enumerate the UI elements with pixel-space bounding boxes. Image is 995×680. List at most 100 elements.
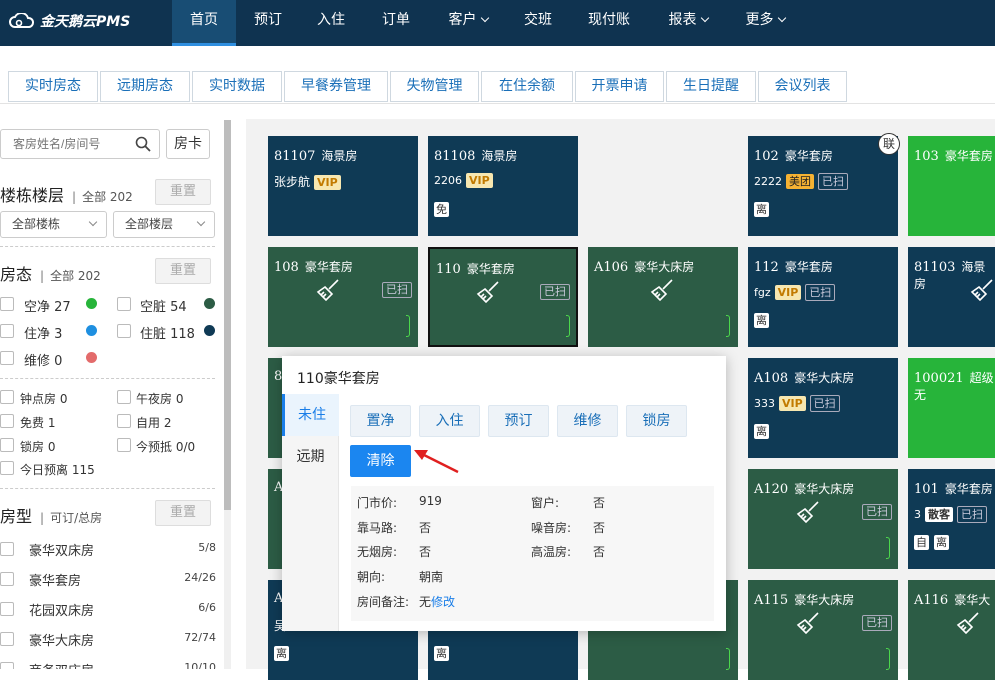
clear-button[interactable]: 清除	[350, 445, 411, 477]
vip-badge: VIP	[774, 285, 802, 300]
nav-item-more[interactable]: 更多	[737, 0, 793, 46]
checkbox-maintenance[interactable]	[0, 351, 14, 365]
flag-label: 自用 2	[136, 416, 172, 430]
checkbox-roomtype[interactable]	[0, 542, 14, 556]
roomtype-label: 豪华套房	[29, 574, 82, 589]
room-card-A108[interactable]: A108 豪华大床房 333 VIP 已扫 离	[748, 358, 898, 458]
checkbox-free[interactable]	[0, 414, 14, 428]
checkin-button[interactable]: 入住	[419, 405, 480, 437]
checkbox-roomtype[interactable]	[0, 662, 14, 669]
room-card-A106[interactable]: A106 豪华大床房	[588, 247, 738, 347]
nav-item-reports[interactable]: 报表	[660, 0, 716, 46]
set-clean-button[interactable]: 置净	[350, 405, 411, 437]
room-card-81103[interactable]: 81103 海景房	[908, 247, 995, 347]
checkbox-arrival[interactable]	[117, 438, 131, 452]
app-logo[interactable]: 金天鹅云PMS	[8, 11, 130, 31]
tab-realtime-data[interactable]: 实时数据	[192, 71, 282, 102]
nav-item-orders[interactable]: 订单	[374, 0, 418, 46]
info-value: 919	[419, 494, 442, 508]
room-card-108[interactable]: 108 豪华套房 已扫	[268, 247, 418, 347]
reset-building-button[interactable]: 重置	[155, 179, 211, 205]
room-card-103[interactable]: 103 豪华套房	[908, 136, 995, 236]
reset-roomtype-button[interactable]: 重置	[155, 500, 211, 526]
maintenance-button[interactable]: 维修	[557, 405, 618, 437]
room-card-A115[interactable]: A115 豪华大床房 已扫	[748, 580, 898, 680]
checkbox-self-use[interactable]	[117, 414, 131, 428]
room-card-81107[interactable]: 81107 海景房 张步航 VIP	[268, 136, 418, 236]
building-select[interactable]: 全部楼栋	[0, 211, 107, 238]
tab-breakfast-coupons[interactable]: 早餐券管理	[284, 71, 388, 102]
reset-status-button[interactable]: 重置	[155, 258, 211, 284]
status-label: 空净 27	[24, 300, 71, 315]
departure-tag: 离	[754, 202, 769, 217]
checkbox-occupied-dirty[interactable]	[117, 324, 131, 338]
broom-icon	[316, 279, 339, 301]
nav-item-customers[interactable]: 客户	[440, 0, 496, 46]
tab-invoice[interactable]: 开票申请	[575, 71, 664, 102]
scrollbar-thumb[interactable]	[224, 120, 231, 510]
room-card-102[interactable]: 102 豪华套房 2222 美团 已扫 离 联	[748, 133, 900, 236]
room-card-101[interactable]: 101 豪华套房 3 散客 已扫 自 离	[908, 469, 995, 569]
scanned-badge: 已扫	[805, 284, 836, 301]
tab-meetings[interactable]: 会议列表	[758, 71, 847, 102]
edit-note-link[interactable]: 修改	[431, 595, 455, 609]
nav-label: 报表	[668, 12, 697, 28]
search-icon[interactable]	[135, 136, 151, 152]
floor-select[interactable]: 全部楼层	[113, 211, 215, 238]
tab-lost-found[interactable]: 失物管理	[390, 71, 479, 102]
meituan-badge: 美团	[786, 174, 814, 189]
nav-item-booking[interactable]: 预订	[246, 0, 290, 46]
chevron-down-icon	[700, 13, 709, 23]
nav-item-shift[interactable]: 交班	[516, 0, 560, 46]
room-title: 100021 超级无	[914, 369, 995, 403]
flag-label: 今日预离 115	[20, 463, 95, 477]
search-box	[0, 129, 160, 159]
info-value: 否	[593, 496, 606, 510]
checkbox-roomtype[interactable]	[0, 632, 14, 646]
checkbox-roomtype[interactable]	[0, 572, 14, 586]
room-card-100021[interactable]: 100021 超级无	[908, 358, 995, 458]
room-card-81108[interactable]: 81108 海景房 2206 VIP 免	[428, 136, 578, 236]
clean-indicator	[886, 537, 890, 559]
checkbox-vacant-dirty[interactable]	[117, 297, 131, 311]
top-nav: 金天鹅云PMS 首页 预订 入住 订单 客户 交班 现付账 报表 更多	[0, 0, 995, 46]
checkbox-locked[interactable]	[0, 438, 14, 452]
room-title: A115 豪华大床房	[754, 591, 854, 608]
tab-realtime-status[interactable]: 实时房态	[8, 71, 98, 102]
nav-item-home[interactable]: 首页	[172, 0, 236, 46]
departure-tag: 离	[934, 535, 949, 550]
nav-item-cash[interactable]: 现付账	[581, 0, 637, 46]
note-value: 无	[419, 595, 432, 609]
search-input[interactable]	[1, 130, 126, 158]
app-name: 金天鹅云PMS	[40, 14, 131, 30]
tab-balance[interactable]: 在住余额	[481, 71, 573, 102]
room-card-A116[interactable]: A116 豪华大	[908, 580, 995, 680]
checkbox-midnight[interactable]	[117, 390, 131, 404]
checkbox-departure[interactable]	[0, 461, 14, 475]
tab-vacant[interactable]: 未住	[282, 394, 339, 436]
room-number: 101	[914, 482, 939, 497]
room-type: 海景房	[481, 149, 518, 163]
room-card-110[interactable]: 110 豪华套房 已扫	[428, 247, 578, 347]
tab-birthday[interactable]: 生日提醒	[666, 71, 756, 102]
tab-future[interactable]: 远期	[282, 436, 339, 478]
status-dot-occupied-clean	[86, 325, 97, 336]
room-action-popup: 110豪华套房 未住 远期 置净 入住 预订 维修 锁房 清除 门市价: 919…	[282, 356, 726, 631]
guest-line: 333 VIP 已扫	[754, 395, 840, 412]
tab-future-status[interactable]: 远期房态	[100, 71, 190, 102]
checkbox-roomtype[interactable]	[0, 602, 14, 616]
room-card-A120[interactable]: A120 豪华大床房 已扫	[748, 469, 898, 569]
room-title: A108 豪华大床房	[754, 369, 854, 386]
checkbox-hourly[interactable]	[0, 390, 14, 404]
checkbox-occupied-clean[interactable]	[0, 324, 14, 338]
checkbox-vacant-clean[interactable]	[0, 297, 14, 311]
roomtype-title: 房型可订/总房	[0, 503, 102, 527]
lock-room-button[interactable]: 锁房	[626, 405, 687, 437]
nav-item-checkin[interactable]: 入住	[309, 0, 353, 46]
flag-label: 锁房 0	[20, 440, 56, 454]
nav-label: 现付账	[588, 12, 630, 28]
room-card-112[interactable]: 112 豪华套房 fgz VIP 已扫 离	[748, 247, 898, 347]
book-button[interactable]: 预订	[488, 405, 549, 437]
info-key: 窗户:	[531, 496, 560, 510]
room-card-button[interactable]: 房卡	[166, 129, 210, 159]
